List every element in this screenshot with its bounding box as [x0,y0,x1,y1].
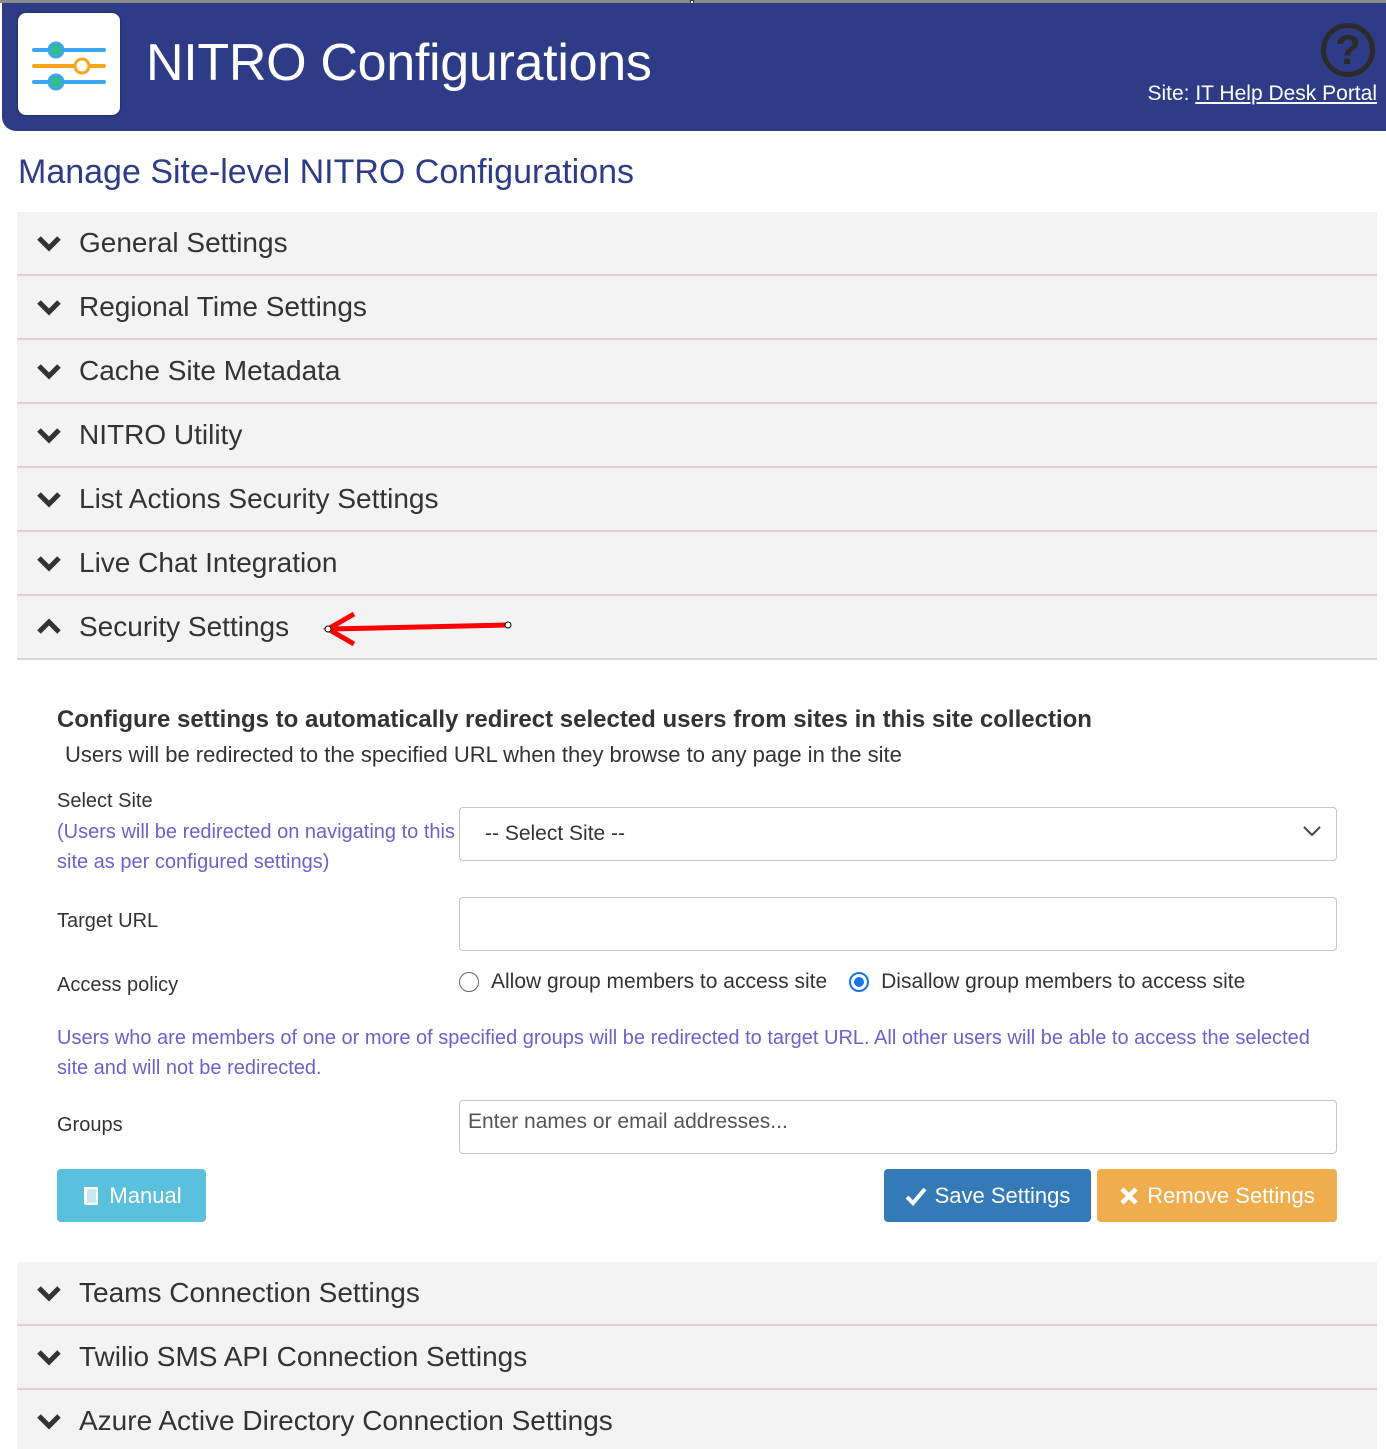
page-title: Manage Site-level NITRO Configurations [18,153,635,191]
disallow-access-option[interactable]: Disallow group members to access site [849,970,1245,994]
accordion-twilio-sms-connection[interactable]: Twilio SMS API Connection Settings [17,1326,1377,1390]
accordion-label: Twilio SMS API Connection Settings [79,1341,528,1372]
site-indicator: Site: IT Help Desk Portal [1147,81,1377,107]
accordion-label: Teams Connection Settings [79,1277,420,1308]
app-header: NITRO Configurations ? Site: IT Help Des… [2,3,1386,131]
chevron-down-icon [1303,826,1321,837]
chevron-down-icon [37,300,61,316]
accordion-security-settings[interactable]: Security Settings [17,596,1377,660]
manual-button[interactable]: Manual [57,1169,206,1222]
accordion-regional-time-settings[interactable]: Regional Time Settings [17,276,1377,340]
site-link[interactable]: IT Help Desk Portal [1195,82,1377,105]
close-icon [1120,1186,1138,1205]
panel-heading: Configure settings to automatically redi… [57,706,1092,733]
target-url-label: Target URL [57,910,159,932]
select-site-label: Select Site [57,790,153,812]
app-title: NITRO Configurations [146,34,652,92]
access-policy-radio-group: Allow group members to access site Disal… [459,970,1267,994]
chevron-down-icon [37,492,61,508]
accordion-teams-connection[interactable]: Teams Connection Settings [17,1262,1377,1326]
sliders-icon [32,41,106,91]
accordion-nitro-utility[interactable]: NITRO Utility [17,404,1377,468]
chevron-up-icon [37,618,61,634]
select-site-value: -- Select Site -- [485,822,626,845]
access-policy-label: Access policy [57,974,179,996]
remove-settings-button[interactable]: Remove Settings [1097,1169,1337,1222]
accordion-label: Regional Time Settings [79,291,367,322]
target-url-input[interactable] [459,897,1337,951]
accordion-list-actions-security[interactable]: List Actions Security Settings [17,468,1377,532]
chevron-down-icon [37,556,61,572]
accordion-label: Azure Active Directory Connection Settin… [79,1405,613,1436]
radio-label: Allow group members to access site [491,970,828,993]
question-circle-icon[interactable]: ? [1321,23,1375,77]
accordion-general-settings[interactable]: General Settings [17,212,1377,276]
disallow-access-radio[interactable] [849,972,870,992]
save-settings-button[interactable]: Save Settings [884,1169,1091,1222]
accordion-live-chat-integration[interactable]: Live Chat Integration [17,532,1377,596]
accordion-label: List Actions Security Settings [79,483,439,514]
chevron-down-icon [37,1286,61,1302]
select-site-dropdown[interactable]: -- Select Site -- [459,807,1337,861]
accordion-label: NITRO Utility [79,419,243,450]
check-icon [905,1187,927,1206]
accordion-cache-site-metadata[interactable]: Cache Site Metadata [17,340,1377,404]
accordion-azure-ad-connection[interactable]: Azure Active Directory Connection Settin… [17,1390,1377,1449]
site-label: Site: [1147,82,1190,105]
save-button-label: Save Settings [934,1182,1071,1208]
allow-access-option[interactable]: Allow group members to access site [459,970,827,994]
accordion-label: Live Chat Integration [79,547,338,578]
allow-access-radio[interactable] [459,972,479,992]
groups-people-picker[interactable] [459,1100,1337,1154]
panel-description: Users will be redirected to the specifie… [65,742,902,767]
accordion-label: Cache Site Metadata [79,355,341,386]
accordion-label: General Settings [79,227,288,258]
accordion-label: Security Settings [79,611,290,642]
security-settings-panel: Configure settings to automatically redi… [17,660,1377,1262]
select-site-hint: (Users will be redirected on navigating … [57,821,455,873]
book-icon [84,1186,99,1205]
radio-label: Disallow group members to access site [881,970,1246,993]
chevron-down-icon [37,364,61,380]
access-policy-hint: Users who are members of one or more of … [57,1027,1310,1079]
app-logo [18,13,120,115]
groups-label: Groups [57,1114,123,1136]
chevron-down-icon [37,1414,61,1430]
settings-accordion: General Settings Regional Time Settings … [17,212,1377,1449]
remove-button-label: Remove Settings [1147,1182,1315,1208]
manual-button-label: Manual [109,1182,182,1208]
chevron-down-icon [37,428,61,444]
chevron-down-icon [37,236,61,252]
chevron-down-icon [37,1350,61,1366]
